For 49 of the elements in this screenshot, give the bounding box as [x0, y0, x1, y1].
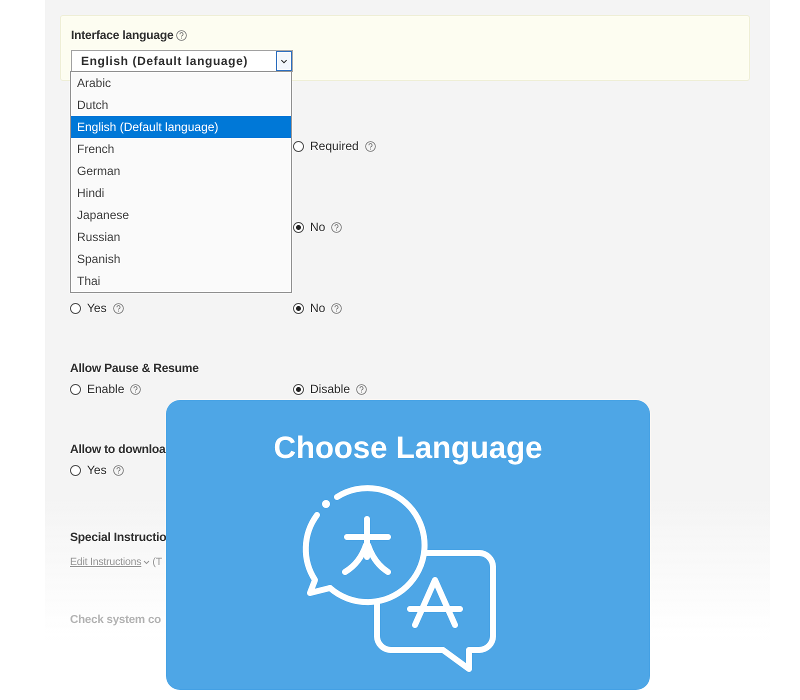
section-heading: Allow to downloa — [70, 442, 166, 456]
help-icon[interactable] — [356, 384, 368, 394]
dropdown-option[interactable]: Arabic — [71, 72, 291, 94]
radio-button[interactable] — [293, 140, 304, 152]
help-icon[interactable] — [364, 140, 376, 152]
overlay-title: Choose Language — [274, 430, 542, 466]
radio-button[interactable] — [293, 302, 304, 314]
radio-option[interactable]: Enable — [70, 381, 293, 397]
help-icon[interactable] — [112, 302, 124, 314]
option-label: Enable — [87, 382, 124, 396]
option-label: Required — [310, 139, 359, 153]
option-label: No — [310, 301, 326, 315]
radio-button[interactable] — [70, 464, 81, 476]
radio-option[interactable]: No — [293, 300, 750, 316]
dropdown-option[interactable]: Spanish — [71, 248, 291, 270]
radio-option[interactable]: Required — [293, 138, 750, 154]
option-label: Yes — [87, 301, 107, 315]
radio-button[interactable] — [70, 384, 81, 394]
radio-option[interactable]: Disable — [293, 381, 750, 397]
dropdown-option[interactable]: Hindi — [71, 182, 291, 204]
section-heading: Special Instructio — [70, 530, 166, 544]
language-select[interactable]: English (Default language) — [71, 50, 293, 72]
dropdown-option[interactable]: Japanese — [71, 204, 291, 226]
section-heading: Allow Pause & Resume — [70, 361, 199, 375]
dropdown-option[interactable]: German — [71, 160, 291, 182]
dropdown-option[interactable]: English (Default language) — [71, 116, 291, 138]
radio-option[interactable]: Yes — [70, 300, 293, 316]
option-label: No — [310, 220, 326, 234]
help-icon[interactable] — [176, 30, 188, 40]
field-label: Interface language — [71, 28, 174, 42]
help-icon[interactable] — [130, 384, 142, 394]
radio-button[interactable] — [293, 222, 304, 232]
translate-icon[interactable] — [300, 483, 496, 675]
option-label: Disable — [310, 382, 350, 396]
radio-button[interactable] — [293, 384, 304, 394]
caret-icon[interactable] — [143, 560, 150, 564]
option-label: Yes — [87, 463, 107, 477]
help-icon[interactable] — [112, 464, 124, 476]
caret-icon[interactable] — [276, 51, 292, 71]
radio-option[interactable]: No — [293, 219, 750, 235]
section-heading: Check system co — [70, 614, 161, 626]
help-icon[interactable] — [331, 302, 342, 314]
radio-button[interactable] — [70, 302, 81, 314]
dropdown-option[interactable]: French — [71, 138, 291, 160]
dropdown-option[interactable]: Russian — [71, 226, 291, 248]
dropdown-option[interactable]: Dutch — [71, 94, 291, 116]
dropdown-option[interactable]: Thai — [71, 270, 291, 292]
instructions-note: (T — [152, 556, 162, 568]
help-icon[interactable] — [331, 222, 342, 232]
